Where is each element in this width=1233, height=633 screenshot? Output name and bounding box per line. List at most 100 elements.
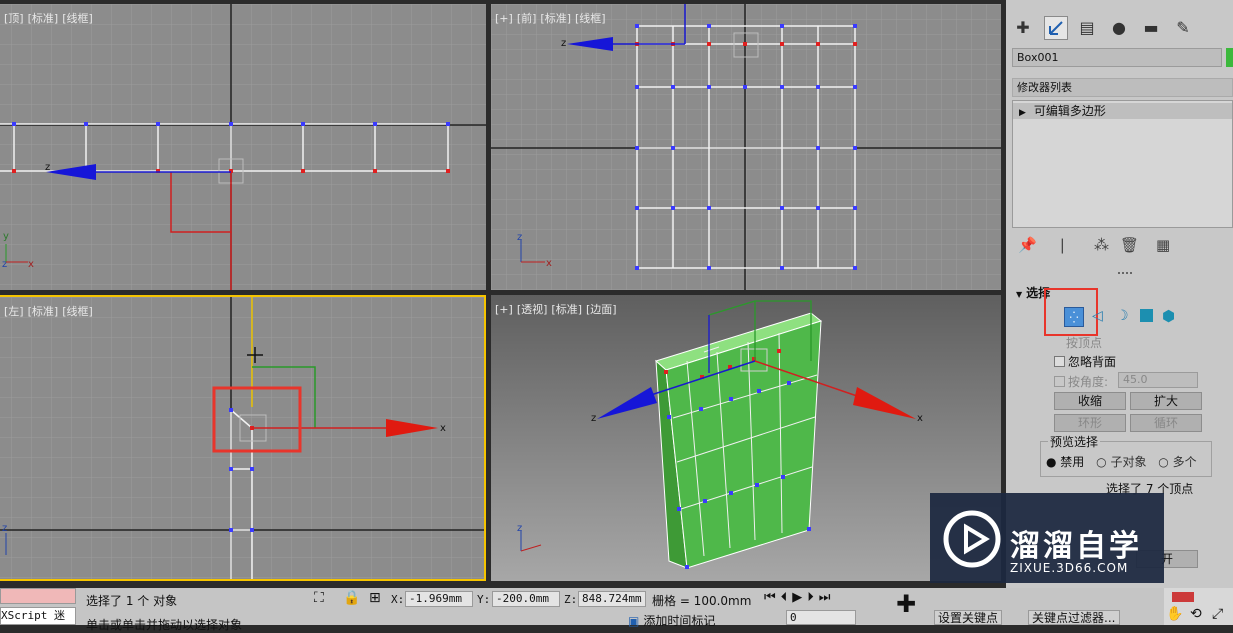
angle-spinner[interactable]: 45.0 — [1118, 372, 1198, 388]
play-icon[interactable]: ▶ — [792, 590, 807, 605]
pin-stack-icon[interactable]: 📌 — [1018, 236, 1037, 254]
show-end-result-icon[interactable]: ❘ — [1056, 236, 1069, 254]
set-key-button[interactable]: 设置关键点 — [934, 610, 1002, 625]
vp-label-item[interactable]: [前] — [517, 12, 537, 25]
vp-label-item[interactable]: [+] — [495, 12, 513, 25]
polygon-mode-icon[interactable] — [1140, 309, 1153, 322]
nav-highlight — [1172, 592, 1194, 602]
watermark-brand: 溜溜自学 — [1010, 529, 1142, 564]
by-angle-checkbox[interactable]: 按角度: — [1054, 373, 1108, 390]
vp-label-item[interactable]: [透视] — [517, 303, 548, 316]
top-triad-y: y — [3, 231, 9, 242]
current-frame-field[interactable]: 0 — [786, 610, 856, 625]
object-name-field[interactable]: Box001 — [1012, 48, 1222, 67]
edge-mode-icon[interactable]: ◁ — [1092, 308, 1103, 324]
navigation-controls[interactable]: ✋ ⟲ ⤢ — [1164, 588, 1233, 625]
stack-item-label: 可编辑多边形 — [1033, 104, 1106, 118]
add-time-tag[interactable]: ▣ 添加时间标记 — [628, 612, 715, 629]
persp-viewport-label[interactable]: [+] [透视] [标准] [边面] — [495, 301, 621, 317]
create-tab-icon[interactable]: ✚ — [1012, 16, 1034, 38]
green-wall-model — [655, 312, 823, 569]
border-mode-icon[interactable]: ☽ — [1116, 308, 1129, 324]
by-angle-label: 按角度: — [1068, 375, 1109, 389]
x-coordinate-field[interactable]: -1.969mm — [405, 591, 473, 607]
selection-status: 选择了 1 个 对象 — [86, 594, 178, 608]
by-vertex-checkbox[interactable]: 按顶点 — [1066, 334, 1102, 351]
vp-label-item[interactable]: [标准] — [540, 12, 571, 25]
front-axis-z: z — [561, 38, 566, 49]
top-viewport-label[interactable]: [顶] [标准] [线框] — [4, 10, 97, 26]
viewport-perspective[interactable]: z x z [+] [透视] [标准] [边面] — [491, 295, 1001, 581]
loop-button[interactable]: 循环 — [1130, 414, 1202, 432]
viewport-front[interactable]: z z x [+] [前] [标准] [线框] — [491, 4, 1001, 290]
vp-label-item[interactable]: [标准] — [551, 303, 582, 316]
key-filters-button[interactable]: 关键点过滤器... — [1028, 610, 1120, 625]
maximize-viewport-icon[interactable]: ⤢ — [1212, 606, 1223, 622]
left-viewport-canvas: x z — [0, 297, 484, 579]
z-label: Z: — [564, 593, 578, 606]
y-coordinate-field[interactable]: -200.0mm — [492, 591, 560, 607]
preview-multi-label: 多个 — [1172, 455, 1197, 469]
preview-selection-label: 预览选择 — [1048, 433, 1101, 450]
shrink-button[interactable]: 收缩 — [1054, 392, 1126, 410]
isolate-selection-icon[interactable]: ⛶ — [314, 590, 324, 606]
selection-lock-icon[interactable]: 🔒 — [343, 590, 360, 606]
svg-text:z: z — [2, 523, 7, 534]
pan-hand-icon[interactable]: ✋ — [1166, 606, 1183, 622]
left-viewport-label[interactable]: [左] [标准] [线框] — [4, 303, 97, 319]
preview-subobject-radio[interactable]: ○ 子对象 — [1096, 455, 1146, 469]
vp-label-item[interactable]: [线框] — [62, 12, 93, 25]
remove-modifier-icon[interactable]: 🗑 — [1120, 236, 1139, 254]
absolute-mode-icon[interactable]: ⊞ — [369, 590, 381, 606]
viewport-left[interactable]: x z [左] [标准] [线框] — [0, 295, 486, 581]
grid-setting: 栅格 = 100.0mm — [652, 594, 752, 608]
utilities-tab-icon[interactable]: ✎ — [1172, 16, 1194, 38]
vertex-mode-icon[interactable]: ⁛ — [1064, 307, 1084, 327]
ring-button[interactable]: 环形 — [1054, 414, 1126, 432]
configure-sets-icon[interactable]: ▦ — [1156, 236, 1170, 254]
modifier-stack[interactable]: ▶ 可编辑多边形 — [1012, 100, 1233, 228]
modifier-list-dropdown[interactable]: 修改器列表 — [1012, 78, 1233, 97]
set-key-plus-icon[interactable]: ✚ — [896, 592, 916, 616]
front-viewport-label[interactable]: [+] [前] [标准] [线框] — [495, 10, 610, 26]
add-time-tag-label: 添加时间标记 — [643, 614, 716, 628]
vp-label-item[interactable]: [标准] — [28, 305, 59, 318]
svg-text:z: z — [517, 523, 522, 534]
watermark-overlay: 溜溜自学 ZIXUE.3D66.COM — [930, 493, 1164, 583]
vp-label-item[interactable]: [线框] — [575, 12, 606, 25]
status-bar: XScript 迷 选择了 1 个 对象 单击或单击并拖动以选择对象 ⛶ 🔒 ⊞… — [0, 588, 1233, 632]
goto-start-icon[interactable]: ⏮ — [764, 590, 781, 605]
vp-label-item[interactable]: [顶] — [4, 12, 24, 25]
preview-multi-radio[interactable]: ○ 多个 — [1158, 455, 1196, 469]
make-unique-icon[interactable]: ⁂ — [1094, 236, 1109, 254]
svg-text:z: z — [517, 232, 522, 243]
motion-tab-icon[interactable]: ● — [1108, 16, 1130, 38]
goto-end-icon[interactable]: ⏭ — [819, 590, 836, 605]
expand-arrow-icon[interactable]: ▶ — [1019, 108, 1026, 118]
vp-label-item[interactable]: [+] — [495, 303, 513, 316]
maxscript-listener-input[interactable] — [0, 588, 76, 604]
object-color-swatch[interactable] — [1226, 48, 1233, 67]
hierarchy-tab-icon[interactable]: ▤ — [1076, 16, 1098, 38]
time-tag-icon: ▣ — [628, 614, 640, 628]
preview-options: ● 禁用 ○ 子对象 ○ 多个 — [1046, 453, 1197, 470]
grow-button[interactable]: 扩大 — [1130, 392, 1202, 410]
prev-frame-icon[interactable]: ⏴ — [781, 590, 793, 605]
vp-label-item[interactable]: [边面] — [586, 303, 617, 316]
z-coordinate-field[interactable]: 848.724mm — [578, 591, 646, 607]
display-tab-icon[interactable]: ▬ — [1140, 16, 1162, 38]
vp-label-item[interactable]: [线框] — [62, 305, 93, 318]
modify-tab-icon[interactable] — [1044, 16, 1068, 40]
persp-axis-z: z — [591, 413, 596, 424]
orbit-icon[interactable]: ⟲ — [1190, 606, 1202, 622]
command-panel-tabs: ✚ ▤ ● ▬ ✎ — [1006, 8, 1233, 46]
vp-label-item[interactable]: [左] — [4, 305, 24, 318]
stack-item-editable-poly[interactable]: ▶ 可编辑多边形 — [1013, 103, 1232, 119]
next-frame-icon[interactable]: ⏵ — [807, 590, 819, 605]
viewport-top[interactable]: z y z x [顶] [标准] [线框] — [0, 4, 486, 290]
ignore-backfacing-checkbox[interactable]: 忽略背面 — [1054, 353, 1116, 370]
vp-label-item[interactable]: [标准] — [28, 12, 59, 25]
maxscript-mini-listener[interactable]: XScript 迷 — [0, 607, 76, 625]
element-mode-icon[interactable]: ⬢ — [1162, 307, 1175, 325]
preview-off-radio[interactable]: ● 禁用 — [1046, 455, 1084, 469]
